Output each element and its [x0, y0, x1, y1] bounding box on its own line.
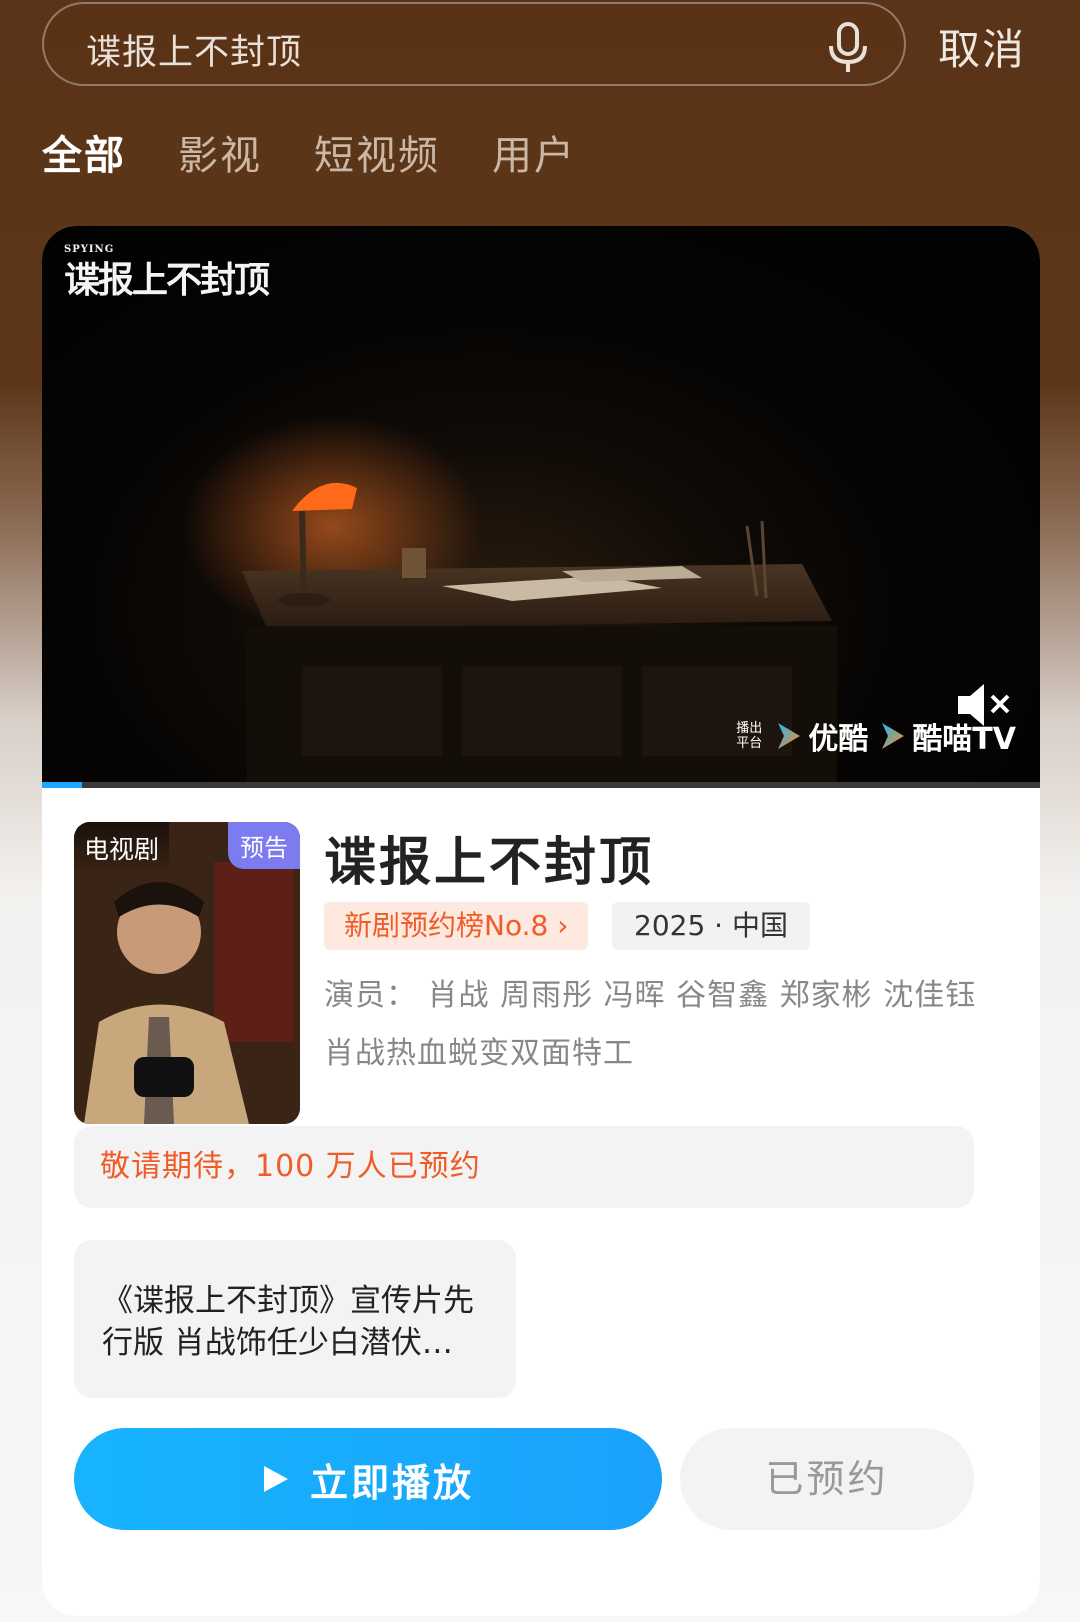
video-progress-fill [42, 782, 82, 788]
kumiao-logo-icon [882, 723, 905, 749]
platform-kumiao-label: 酷喵TV [912, 722, 1016, 757]
show-logo-cn: 谍报上不封顶 [64, 259, 270, 301]
promo-clip-card[interactable]: 《谍报上不封顶》宣传片先行版 肖战饰任少白潜伏… [74, 1240, 516, 1398]
cancel-button[interactable]: 取消 [938, 16, 1026, 77]
poster-type-tag: 电视剧 [74, 822, 170, 874]
platform-youku: 优酷 [776, 714, 868, 758]
tab-short-video[interactable]: 短视频 [314, 128, 440, 188]
show-poster[interactable]: 电视剧 预告 [74, 822, 300, 1124]
tab-film-tv[interactable]: 影视 [178, 128, 262, 188]
show-logo: SPYING 谍报上不封顶 [64, 244, 270, 303]
search-row: 谍报上不封顶 取消 [42, 2, 1052, 88]
show-tagline: 肖战热血蜕变双面特工 [324, 1036, 634, 1071]
reserved-button[interactable]: 已预约 [680, 1428, 974, 1530]
platform-kumiao: 酷喵TV [880, 714, 1016, 758]
tab-all[interactable]: 全部 [42, 128, 126, 188]
promo-clip-title: 《谍报上不封顶》宣传片先行版 肖战饰任少白潜伏… [102, 1283, 474, 1361]
search-tabs: 全部 影视 短视频 用户 [42, 128, 628, 188]
video-progress-bar[interactable] [42, 782, 1040, 788]
trailer-badge: 预告 [228, 822, 300, 869]
play-icon [263, 1466, 288, 1492]
ranking-badge[interactable]: 新剧预约榜No.8 › [324, 902, 589, 950]
reservation-notice: 敬请期待，100 万人已预约 [74, 1126, 974, 1208]
youku-logo-icon [778, 723, 801, 749]
show-result-card: SPYING 谍报上不封顶 播出平台 优酷 酷喵TV 电视剧 预告 谍报上不封顶… [42, 226, 1040, 1616]
platform-caption: 播出平台 [736, 721, 763, 751]
trailer-video[interactable]: SPYING 谍报上不封顶 播出平台 优酷 酷喵TV [42, 226, 1040, 786]
year-region-badge: 2025 · 中国 [612, 902, 810, 950]
trailer-scene-image [182, 416, 837, 786]
play-now-button[interactable]: 立即播放 [74, 1428, 662, 1530]
play-now-label: 立即播放 [309, 1460, 474, 1505]
search-query-text: 谍报上不封顶 [86, 33, 303, 73]
broadcast-platforms: 播出平台 优酷 酷喵TV [734, 714, 1016, 758]
microphone-icon[interactable] [826, 22, 870, 74]
search-input[interactable]: 谍报上不封顶 [42, 2, 906, 86]
tab-users[interactable]: 用户 [492, 128, 576, 188]
platform-youku-label: 优酷 [808, 722, 869, 757]
cast-list: 演员： 肖战 周雨彤 冯晖 谷智鑫 郑家彬 沈佳钰 [324, 978, 977, 1013]
show-title[interactable]: 谍报上不封顶 [324, 820, 654, 895]
